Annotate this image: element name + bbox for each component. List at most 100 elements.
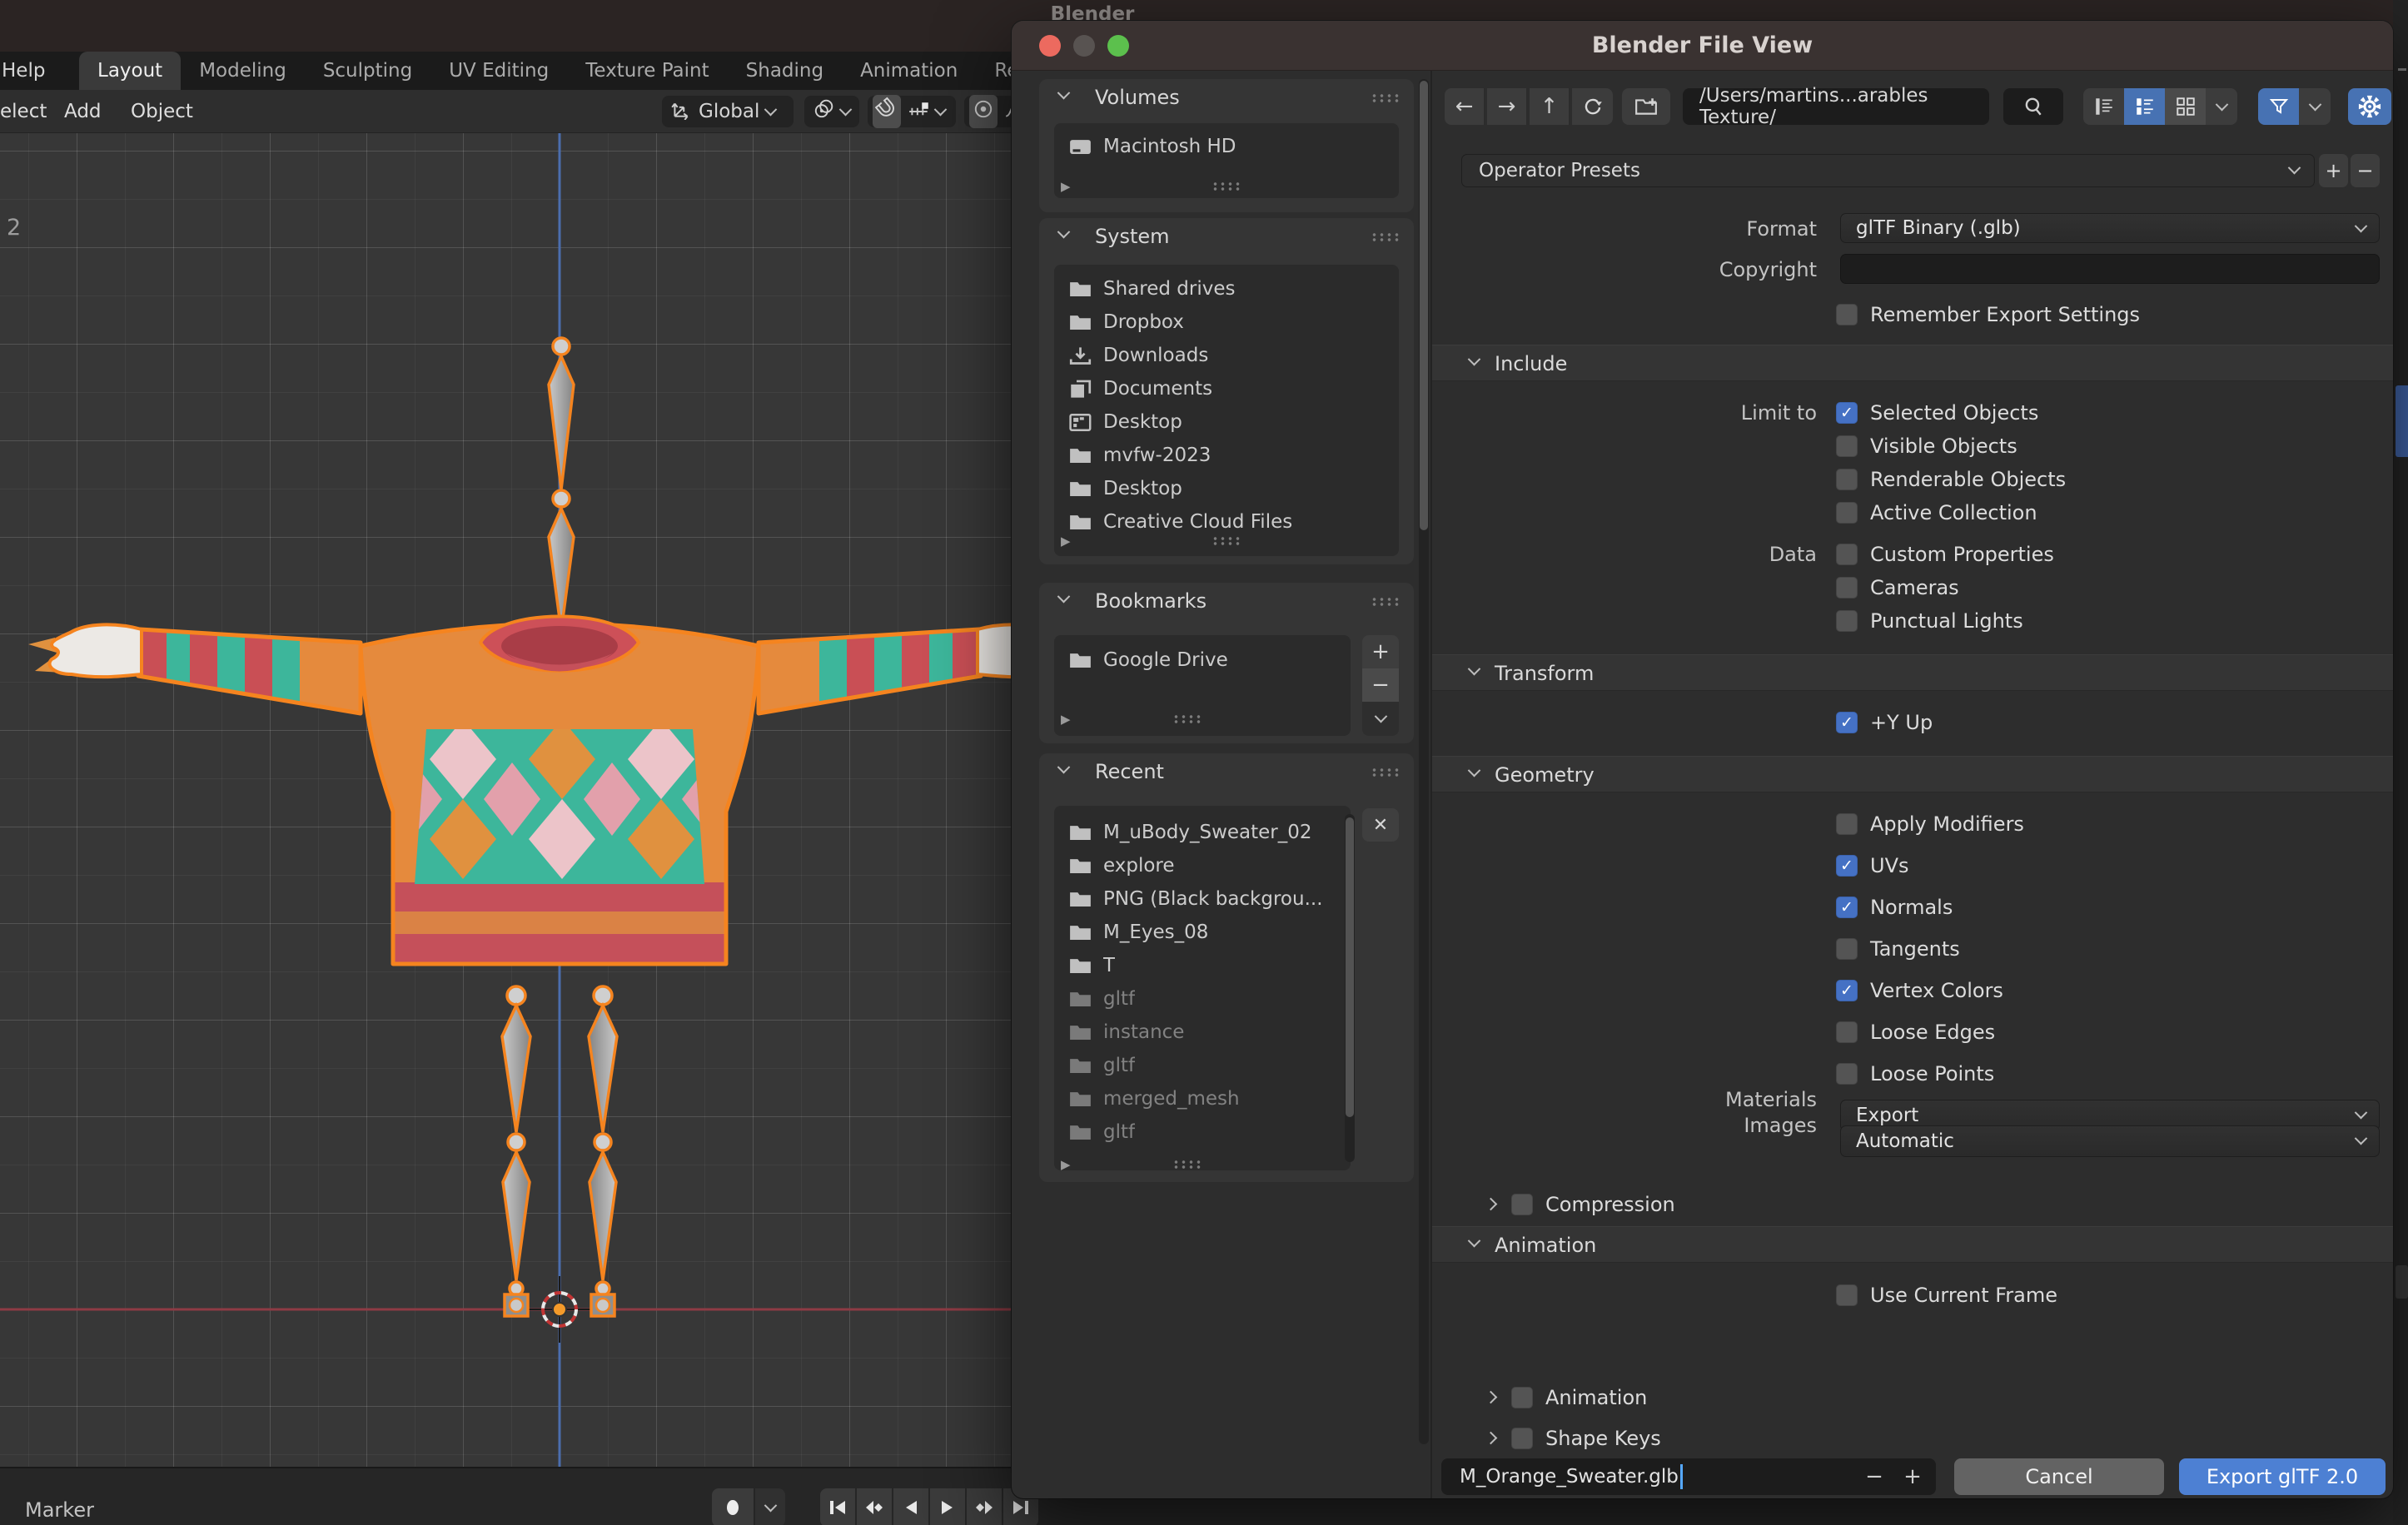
workspace-tab[interactable]: Modeling: [181, 52, 305, 90]
option-checkbox[interactable]: [1836, 938, 1858, 960]
recent-scrollbar[interactable]: [1345, 814, 1355, 1162]
option-checkbox[interactable]: [1836, 610, 1858, 632]
pivot-point-dropdown[interactable]: [804, 96, 859, 127]
list-item[interactable]: T: [1054, 949, 1351, 982]
option-checkbox[interactable]: [1836, 544, 1858, 565]
panel-grip[interactable]: [1371, 767, 1401, 777]
menu-object[interactable]: Object: [131, 90, 193, 133]
workspace-tab[interactable]: Texture Paint: [567, 52, 727, 90]
remove-preset-button[interactable]: −: [2351, 154, 2380, 187]
operator-presets-dropdown[interactable]: Operator Presets: [1461, 154, 2315, 187]
add-preset-button[interactable]: +: [2319, 154, 2348, 187]
workspace-tab[interactable]: UV Editing: [430, 52, 567, 90]
option-checkbox[interactable]: [1836, 1021, 1858, 1043]
list-item[interactable]: Downloads: [1054, 339, 1399, 372]
workspace-tab[interactable]: Sculpting: [305, 52, 430, 90]
list-item[interactable]: gltf: [1054, 1115, 1351, 1149]
list-item[interactable]: PNG (Black backgrou...: [1054, 882, 1351, 916]
filename-input[interactable]: M_Orange_Sweater.glb − +: [1441, 1458, 1936, 1495]
list-item[interactable]: gltf: [1054, 1049, 1351, 1082]
list-item[interactable]: Documents: [1054, 372, 1399, 405]
export-button[interactable]: Export glTF 2.0: [2179, 1458, 2386, 1495]
resize-grip[interactable]: [1211, 181, 1241, 191]
play-button[interactable]: [930, 1488, 965, 1525]
option-checkbox[interactable]: ✓: [1836, 855, 1858, 877]
list-item[interactable]: Google Drive: [1054, 643, 1351, 677]
option-checkbox[interactable]: [1511, 1386, 1533, 1408]
next-keyframe-button[interactable]: [967, 1488, 1002, 1525]
remove-bookmark-button[interactable]: −: [1362, 668, 1399, 702]
shape-keys-collapsed-row[interactable]: Shape Keys: [1432, 1418, 2393, 1458]
compression-checkbox[interactable]: [1511, 1193, 1533, 1215]
animation-section-header[interactable]: Animation: [1432, 1226, 2393, 1263]
jump-to-start-button[interactable]: [820, 1488, 855, 1525]
option-checkbox[interactable]: ✓: [1836, 980, 1858, 1001]
list-item[interactable]: mvfw-2023: [1054, 439, 1399, 472]
option-checkbox[interactable]: ✓: [1836, 897, 1858, 918]
cancel-button[interactable]: Cancel: [1954, 1458, 2164, 1495]
workspace-tab[interactable]: Layout: [79, 52, 182, 90]
add-bookmark-button[interactable]: +: [1362, 635, 1399, 668]
panel-grip[interactable]: [1371, 597, 1401, 606]
images-select[interactable]: Automatic: [1840, 1125, 2380, 1157]
snap-target-dropdown[interactable]: [908, 101, 948, 122]
animation-collapsed-row[interactable]: Animation: [1432, 1377, 2393, 1418]
list-item[interactable]: M_uBody_Sweater_02: [1054, 816, 1351, 849]
system-header[interactable]: System: [1039, 218, 1414, 256]
option-checkbox[interactable]: [1836, 813, 1858, 835]
transform-section-header[interactable]: Transform: [1432, 654, 2393, 691]
clear-recent-button[interactable]: ✕: [1362, 808, 1399, 842]
play-reverse-button[interactable]: [893, 1488, 928, 1525]
option-checkbox[interactable]: [1836, 435, 1858, 457]
workspace-tab[interactable]: Shading: [728, 52, 842, 90]
compression-collapsed-row[interactable]: Compression: [1432, 1184, 2393, 1224]
bookmark-options-dropdown[interactable]: [1362, 702, 1399, 736]
option-checkbox[interactable]: [1511, 1427, 1533, 1449]
panel-grip[interactable]: [1371, 232, 1401, 241]
bookmarks-header[interactable]: Bookmarks: [1039, 583, 1414, 620]
expand-icon[interactable]: ▶: [1061, 1157, 1071, 1172]
menu-add[interactable]: Add: [64, 90, 102, 133]
list-item[interactable]: M_Eyes_08: [1054, 916, 1351, 949]
workspace-tab[interactable]: Animation: [842, 52, 976, 90]
copyright-input[interactable]: [1840, 254, 2380, 284]
prev-keyframe-button[interactable]: [857, 1488, 892, 1525]
list-item[interactable]: Desktop: [1054, 472, 1399, 505]
option-checkbox[interactable]: [1836, 577, 1858, 599]
filename-decrement-button[interactable]: −: [1858, 1458, 1891, 1495]
list-item[interactable]: Shared drives: [1054, 272, 1399, 305]
snap-magnet-toggle[interactable]: [873, 95, 901, 128]
panel-grip[interactable]: [1371, 93, 1401, 102]
expand-icon[interactable]: ▶: [1061, 179, 1071, 194]
list-item[interactable]: instance: [1054, 1016, 1351, 1049]
list-item[interactable]: merged_mesh: [1054, 1082, 1351, 1115]
option-checkbox[interactable]: [1836, 502, 1858, 524]
option-checkbox[interactable]: ✓: [1836, 402, 1858, 424]
menu-select[interactable]: elect: [0, 90, 47, 133]
list-item[interactable]: gltf: [1054, 982, 1351, 1016]
volumes-header[interactable]: Volumes: [1039, 79, 1414, 117]
remember-settings-checkbox[interactable]: [1836, 304, 1858, 325]
list-item[interactable]: Desktop: [1054, 405, 1399, 439]
auto-keyframe-button[interactable]: [712, 1488, 754, 1525]
sidebar-scrollbar[interactable]: [1419, 79, 1429, 1444]
list-item[interactable]: Macintosh HD: [1054, 130, 1399, 163]
list-item[interactable]: explore: [1054, 849, 1351, 882]
include-section-header[interactable]: Include: [1432, 345, 2393, 381]
proportional-edit-toggle[interactable]: [969, 95, 998, 128]
resize-grip[interactable]: [1172, 714, 1202, 723]
expand-icon[interactable]: ▶: [1061, 534, 1071, 549]
option-checkbox[interactable]: ✓: [1836, 712, 1858, 733]
list-item[interactable]: Dropbox: [1054, 305, 1399, 339]
transform-orientation-dropdown[interactable]: Global: [662, 96, 794, 127]
recent-header[interactable]: Recent: [1039, 753, 1414, 791]
resize-grip[interactable]: [1172, 1160, 1202, 1169]
format-select[interactable]: glTF Binary (.glb): [1840, 213, 2380, 243]
filename-increment-button[interactable]: +: [1896, 1458, 1929, 1495]
menu-help[interactable]: Help: [2, 52, 45, 90]
option-checkbox[interactable]: [1836, 1284, 1858, 1306]
geometry-section-header[interactable]: Geometry: [1432, 756, 2393, 792]
keying-dropdown[interactable]: [755, 1488, 785, 1525]
resize-grip[interactable]: [1211, 536, 1241, 545]
option-checkbox[interactable]: [1836, 469, 1858, 490]
